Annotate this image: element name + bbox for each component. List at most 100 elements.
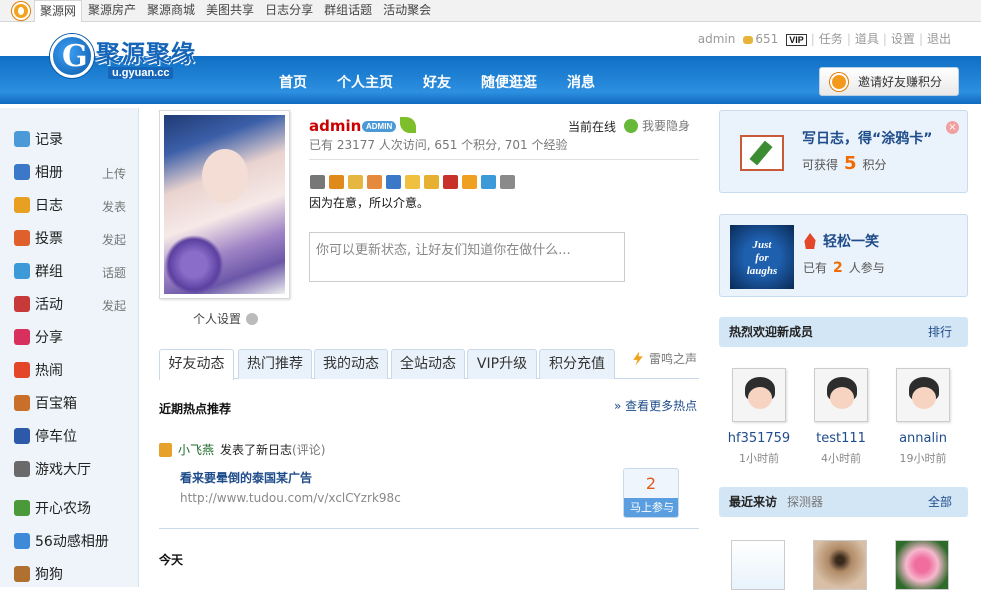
member-name[interactable]: annalin: [888, 431, 958, 446]
member-name[interactable]: test111: [806, 431, 876, 446]
topbar-link-groups[interactable]: 群组话题: [318, 0, 377, 22]
topbar-link-house[interactable]: 聚源房产: [82, 0, 141, 22]
poll-icon: [14, 230, 30, 246]
member-card[interactable]: hf351759 1小时前: [724, 368, 794, 466]
coins-display[interactable]: 651: [739, 32, 782, 46]
sidebar-action-link[interactable]: 发起: [102, 231, 126, 248]
topbar-link-blogs[interactable]: 日志分享: [259, 0, 318, 22]
tab-friends-feed[interactable]: 好友动态: [159, 349, 234, 380]
gift-icon[interactable]: [424, 175, 439, 189]
vip-badge[interactable]: VIP: [782, 32, 811, 46]
relax-card[interactable]: Just for laughs 轻松一笑 已有 2 人参与: [719, 214, 968, 297]
profile-username[interactable]: admin: [309, 117, 361, 135]
avatar[interactable]: [732, 368, 786, 422]
member-name[interactable]: hf351759: [724, 431, 794, 446]
phone-icon[interactable]: [462, 175, 477, 189]
group-icon[interactable]: [481, 175, 496, 189]
relax-participants: 已有 2 人参与: [803, 260, 885, 276]
sidebar-item-hot[interactable]: 热闹: [14, 359, 126, 381]
sidebar-action-link[interactable]: 话题: [102, 264, 126, 281]
topbar-link-events[interactable]: 活动聚会: [377, 0, 436, 22]
participate-button[interactable]: 马上参与: [624, 498, 678, 517]
go-invisible-link[interactable]: 我要隐身: [624, 117, 690, 134]
sidebar-action-link[interactable]: 发起: [102, 297, 126, 314]
tab-vip[interactable]: VIP升级: [467, 349, 537, 379]
mainnav-messages[interactable]: 消息: [558, 72, 604, 92]
visitor-avatar[interactable]: [731, 540, 785, 590]
diary-promo-title[interactable]: 写日志，得“涂鸦卡”: [802, 128, 932, 148]
qq-icon[interactable]: [443, 175, 458, 189]
invite-friends-button[interactable]: 邀请好友赚积分: [819, 67, 959, 96]
diamond-icon[interactable]: [310, 175, 325, 189]
sidebar-item-group[interactable]: 群组 话题: [14, 260, 126, 282]
nav-logout[interactable]: 退出: [923, 30, 955, 47]
clover-icon: [624, 118, 638, 133]
nav-tasks[interactable]: 任务: [815, 30, 847, 47]
farm-icon: [14, 500, 30, 516]
topbar-link-home[interactable]: 聚源网: [34, 0, 83, 23]
visitor-avatar[interactable]: [895, 540, 949, 590]
brand-logo[interactable]: 聚源聚缘 u.gyuan.cc: [50, 30, 210, 86]
mainnav-home[interactable]: 首页: [270, 72, 316, 92]
feed-comment-link[interactable]: (评论): [292, 441, 325, 458]
sidebar-item-treasure[interactable]: 百宝箱: [14, 392, 126, 414]
profile-card-icon[interactable]: [367, 175, 382, 189]
mainnav-profile[interactable]: 个人主页: [328, 72, 402, 92]
sidebar-item-game[interactable]: 游戏大厅: [14, 458, 126, 480]
diary-promo-card[interactable]: 写日志，得“涂鸦卡” 可获得 5 积分 ×: [719, 110, 968, 193]
mainnav-browse[interactable]: 随便逛逛: [472, 72, 546, 92]
site-logo-icon[interactable]: [12, 2, 30, 20]
sidebar-action-link[interactable]: 发表: [102, 198, 126, 215]
avatar[interactable]: [814, 368, 868, 422]
nav-settings[interactable]: 设置: [887, 30, 919, 47]
more-hot-link[interactable]: » 查看更多热点: [614, 397, 697, 414]
sidebar-item-album[interactable]: 相册 上传: [14, 161, 126, 183]
detector-link[interactable]: 探测器: [787, 495, 823, 509]
brand-g-icon: [50, 34, 94, 78]
mainnav-friends[interactable]: 好友: [414, 72, 460, 92]
sidebar-item-album56[interactable]: 56动感相册: [14, 530, 126, 552]
thunder-link[interactable]: 雷鸣之声: [632, 350, 697, 367]
sidebar-item-farm[interactable]: 开心农场: [14, 497, 126, 519]
visitor-avatar[interactable]: [813, 540, 867, 590]
main-nav: 首页 个人主页 好友 随便逛逛 消息: [270, 72, 616, 92]
sidebar-item-poll[interactable]: 投票 发起: [14, 227, 126, 249]
member-card[interactable]: test111 4小时前: [806, 368, 876, 466]
sidebar-item-event[interactable]: 活动 发起: [14, 293, 126, 315]
diary-promo-points: 可获得 5 积分: [802, 153, 887, 174]
feed-user-link[interactable]: 小飞燕: [178, 441, 214, 458]
profile-settings-link[interactable]: 个人设置: [193, 310, 259, 327]
close-icon[interactable]: ×: [946, 121, 959, 134]
tab-my-feed[interactable]: 我的动态: [314, 349, 388, 379]
status-input[interactable]: 你可以更新状态, 让好友们知道你在做什么...: [309, 232, 625, 282]
topbar-link-photos[interactable]: 美图共享: [200, 0, 259, 22]
sidebar-item-diary[interactable]: 日志 发表: [14, 194, 126, 216]
avatar[interactable]: [896, 368, 950, 422]
sidebar-item-label: 百宝箱: [35, 396, 77, 412]
feed-item-url[interactable]: http://www.tudou.com/v/xclCYzrk98c: [180, 491, 401, 505]
topbar-link-mall[interactable]: 聚源商城: [141, 0, 200, 22]
sidebar-item-parking[interactable]: 停车位: [14, 425, 126, 447]
profile-photo[interactable]: [159, 110, 290, 299]
sidebar-item-share[interactable]: 分享: [14, 326, 126, 348]
sidebar-item-dog[interactable]: 狗狗: [14, 563, 126, 585]
card-icon[interactable]: [348, 175, 363, 189]
member-card[interactable]: annalin 19小时前: [888, 368, 958, 466]
tab-hot[interactable]: 热门推荐: [238, 349, 312, 379]
participate-box[interactable]: 2 马上参与: [623, 468, 679, 518]
visitors-all-link[interactable]: 全部: [928, 487, 952, 517]
camera-icon[interactable]: [386, 175, 401, 189]
relax-title[interactable]: 轻松一笑: [803, 231, 879, 251]
sidebar-item-record[interactable]: 记录: [14, 128, 126, 150]
sidebar-action-link[interactable]: 上传: [102, 165, 126, 182]
tab-site-feed[interactable]: 全站动态: [391, 349, 465, 379]
tool-icon[interactable]: [500, 175, 515, 189]
nav-props[interactable]: 道具: [851, 30, 883, 47]
members-rank-link[interactable]: 排行: [928, 317, 952, 347]
mail-icon[interactable]: [405, 175, 420, 189]
tab-recharge[interactable]: 积分充值: [539, 349, 615, 379]
group-icon: [14, 263, 30, 279]
feed-item-title[interactable]: 看来要晕倒的泰国某广告: [180, 469, 312, 486]
home-icon[interactable]: [329, 175, 344, 189]
username-link[interactable]: admin: [694, 32, 740, 46]
